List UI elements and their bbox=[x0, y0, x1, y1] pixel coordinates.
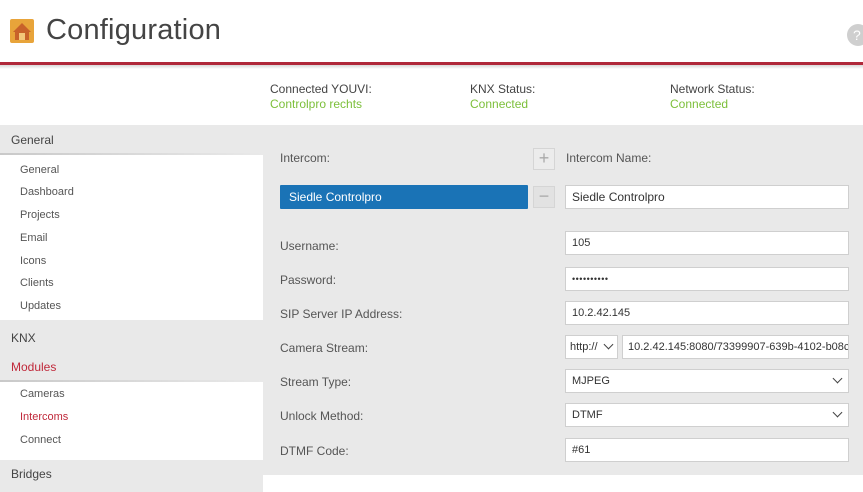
intercom-list-item-selected[interactable]: Siedle Controlpro bbox=[280, 185, 528, 209]
username-input[interactable]: 105 bbox=[565, 231, 849, 255]
camera-scheme-select[interactable]: http:// bbox=[565, 335, 618, 359]
sidebar-item-general[interactable]: General bbox=[20, 164, 59, 176]
youvi-status-label: Connected YOUVI: bbox=[270, 82, 372, 96]
sidebar-item-connect[interactable]: Connect bbox=[20, 434, 61, 446]
camera-stream-label: Camera Stream: bbox=[280, 341, 369, 355]
header-shadow bbox=[0, 65, 863, 69]
camera-url-input[interactable]: 10.2.42.145:8080/73399907-639b-4102-b08c bbox=[622, 335, 849, 359]
knx-status: KNX Status: Connected bbox=[470, 82, 535, 112]
username-label: Username: bbox=[280, 239, 339, 253]
page-title: Configuration bbox=[46, 14, 222, 46]
network-status: Network Status: Connected bbox=[670, 82, 755, 112]
sidebar-section-label: Bridges bbox=[11, 467, 52, 481]
intercom-name-label: Intercom Name: bbox=[566, 151, 652, 165]
chevron-down-icon bbox=[603, 339, 614, 350]
sidebar-item-projects[interactable]: Projects bbox=[20, 209, 60, 221]
sidebar-section-bridges[interactable]: Bridges bbox=[0, 462, 263, 492]
dtmf-code-label: DTMF Code: bbox=[280, 444, 349, 458]
sidebar-item-clients[interactable]: Clients bbox=[20, 277, 54, 289]
stream-type-select[interactable]: MJPEG bbox=[565, 369, 849, 393]
knx-status-value: Connected bbox=[470, 97, 529, 111]
sidebar-section-modules[interactable]: Modules bbox=[0, 352, 263, 382]
unlock-method-label: Unlock Method: bbox=[280, 409, 364, 423]
unlock-method-select[interactable]: DTMF bbox=[565, 403, 849, 427]
chevron-down-icon bbox=[832, 407, 843, 418]
camera-scheme-value: http:// bbox=[570, 341, 598, 353]
sidebar-item-icons[interactable]: Icons bbox=[20, 255, 46, 267]
app-header: Configuration ? bbox=[0, 0, 863, 62]
network-status-label: Network Status: bbox=[670, 82, 755, 96]
add-intercom-button[interactable]: + bbox=[533, 148, 555, 170]
unlock-method-value: DTMF bbox=[572, 409, 603, 421]
stream-type-label: Stream Type: bbox=[280, 375, 352, 389]
sidebar-section-general[interactable]: General bbox=[0, 125, 263, 155]
help-icon[interactable]: ? bbox=[847, 24, 863, 46]
sidebar-section-label: General bbox=[11, 133, 54, 147]
chevron-down-icon bbox=[832, 373, 843, 384]
stream-type-value: MJPEG bbox=[572, 375, 610, 387]
house-icon bbox=[10, 19, 34, 43]
intercom-label: Intercom: bbox=[280, 151, 331, 165]
sidebar-item-cameras[interactable]: Cameras bbox=[20, 388, 65, 400]
sidebar-item-intercoms[interactable]: Intercoms bbox=[20, 411, 68, 423]
sidebar-item-email[interactable]: Email bbox=[20, 232, 48, 244]
sidebar-item-dashboard[interactable]: Dashboard bbox=[20, 186, 74, 198]
password-label: Password: bbox=[280, 273, 337, 287]
youvi-status-value: Controlpro rechts bbox=[270, 97, 363, 111]
sidebar-section-knx[interactable]: KNX bbox=[0, 323, 263, 353]
sidebar: General General Dashboard Projects Email… bbox=[0, 125, 263, 492]
sip-server-input[interactable]: 10.2.42.145 bbox=[565, 301, 849, 325]
sidebar-modules-list: Cameras Intercoms Connect bbox=[0, 382, 263, 460]
intercom-name-input[interactable]: Siedle Controlpro bbox=[565, 185, 849, 209]
sidebar-section-label: Modules bbox=[11, 360, 57, 374]
remove-intercom-button[interactable]: − bbox=[533, 186, 555, 208]
sidebar-section-label: KNX bbox=[11, 331, 36, 345]
sip-server-label: SIP Server IP Address: bbox=[280, 307, 403, 321]
password-input[interactable]: •••••••••• bbox=[565, 267, 849, 291]
dtmf-code-input[interactable]: #61 bbox=[565, 438, 849, 462]
youvi-status: Connected YOUVI: Controlpro rechts bbox=[270, 82, 372, 112]
knx-status-label: KNX Status: bbox=[470, 82, 536, 96]
network-status-value: Connected bbox=[670, 97, 729, 111]
sidebar-general-list: General Dashboard Projects Email Icons C… bbox=[0, 155, 263, 320]
sidebar-item-updates[interactable]: Updates bbox=[20, 300, 61, 312]
